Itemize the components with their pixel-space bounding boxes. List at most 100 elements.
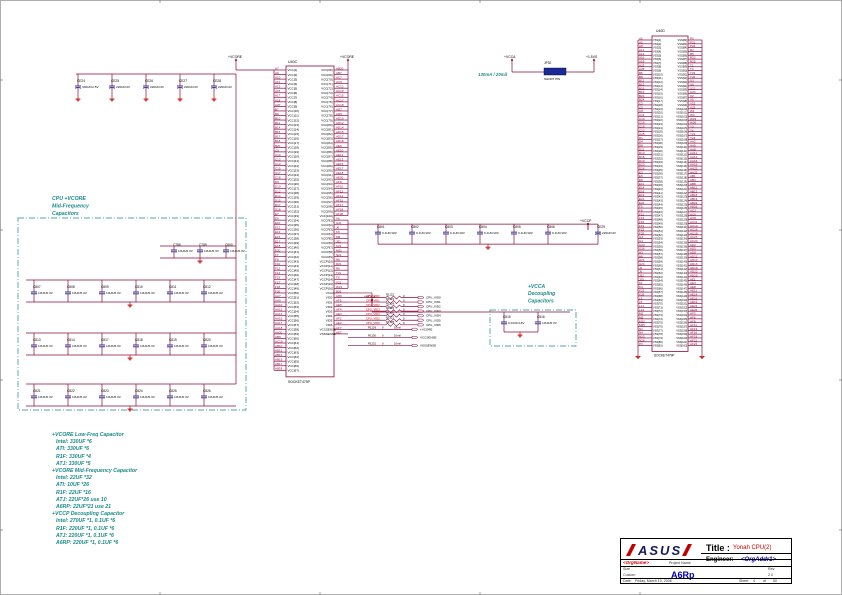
pin-name: VCC[93]	[321, 182, 333, 186]
pin-name: VCC[44]	[288, 264, 300, 268]
pin-name: VSS[81]	[653, 344, 663, 348]
capacitor-value: 10UF/6.3V	[140, 395, 156, 399]
pin-name: VSS[73]	[653, 313, 663, 317]
pin-name: VSS[12]	[653, 80, 663, 84]
resistor-ref: R1122	[386, 293, 394, 297]
pin-number: C12	[275, 157, 281, 161]
pin-number: B20	[275, 144, 281, 148]
sheet-label: Sheet	[739, 578, 749, 583]
pin-number: V21	[336, 280, 342, 284]
pin-name: VCC[51]	[288, 296, 300, 300]
pin-number: R21	[336, 262, 342, 266]
resistor-ref: R1129	[368, 325, 376, 329]
pin-name: VSS[122]	[676, 191, 687, 195]
pin-name: VSS[16]	[653, 95, 663, 99]
pin-name: VSS[145]	[676, 279, 687, 283]
capacitor-value: 330UF/2.5V	[82, 85, 99, 89]
capacitor-ref: C815	[503, 315, 511, 319]
capacitor-ref: C820	[203, 338, 211, 342]
pin-name: VSS[28]	[653, 141, 663, 145]
pin-name: VSS[155]	[676, 317, 687, 321]
pin-name: VSS[94]	[678, 84, 688, 88]
pin-number: E7	[275, 212, 279, 216]
pin-number: AE9	[336, 144, 342, 148]
note-heading: +VCORE Low-Freq Capacitor	[52, 432, 124, 438]
pin-number: AB7	[336, 71, 342, 75]
pin-name: VSS[128]	[676, 214, 687, 218]
pin-name: VSS[43]	[653, 198, 663, 202]
capacitor-value: 10UF/6.3V	[174, 291, 190, 295]
pin-name: VSS[118]	[676, 176, 687, 180]
pin-name: VCC[72]	[321, 86, 333, 90]
pin-name: VCC[60]	[288, 337, 300, 341]
pin-number: AE13	[336, 157, 344, 161]
pin-number: AD18	[336, 139, 344, 143]
pin-name: VCC[39]	[288, 241, 300, 245]
pin-name: VCC[1]	[288, 68, 298, 72]
pin-name: VSS[24]	[653, 126, 663, 130]
pin-name: VCC[66]	[288, 364, 300, 368]
capacitor-ref: C806	[547, 225, 555, 229]
pin-name: VSS[72]	[653, 309, 663, 313]
pin-number: C15	[275, 167, 281, 171]
pin-number: D18	[275, 207, 281, 211]
pin-name: VCCP[14]	[320, 278, 334, 282]
pin-name: VSS[15]	[653, 91, 663, 95]
pin-name: VSS[27]	[653, 137, 663, 141]
pin-name: VSS[53]	[653, 237, 663, 241]
pin-number: AD7	[336, 107, 342, 111]
pin-name: VSS[137]	[676, 248, 687, 252]
capacitor-ref: C816	[537, 315, 545, 319]
capacitor-ref: C810	[135, 285, 143, 289]
pin-name: VCC[12]	[288, 118, 300, 122]
pin-name: VCC[95]	[321, 191, 333, 195]
pin-name: VSS[57]	[653, 252, 663, 256]
vid-net-label: CPU_VID0	[426, 296, 441, 300]
pin-name: VSS[105]	[676, 126, 687, 130]
pin-name: VSS[79]	[653, 336, 663, 340]
pin-name: VCC[65]	[288, 359, 300, 363]
pin-name: VCC[3]	[288, 77, 298, 81]
note-line: Intel: 330UF *6	[56, 439, 92, 446]
pin-number: AF2	[336, 317, 342, 321]
of-label: of	[763, 578, 766, 583]
pin-name: VSS[3]	[653, 46, 661, 50]
pin-name: VSS[129]	[676, 218, 687, 222]
resistor-value: 0	[382, 325, 384, 329]
capacitor-ref: C819	[169, 338, 177, 342]
pin-name: VCCP[16]	[320, 287, 334, 291]
note-line: Intel: 22UF *32	[56, 475, 92, 482]
mid-freq-cap-group	[17, 217, 247, 411]
pin-name: VSS[156]	[676, 321, 687, 325]
pin-name: VSS[86]	[678, 53, 688, 57]
capacitor-ref: CE28	[213, 79, 221, 83]
pin-number: AE12	[336, 153, 344, 157]
capacitor-ref: CE27	[179, 79, 187, 83]
size-value: Custom	[623, 573, 636, 577]
trace-note: 10mil	[394, 342, 401, 346]
pin-name: VSS[1]	[653, 38, 661, 42]
ground-symbol	[127, 304, 133, 308]
pin-name: VCC[87]	[321, 155, 333, 159]
capacitor-value: 220UF/4V	[184, 85, 199, 89]
pin-name: VSS[62]	[653, 271, 663, 275]
capacitor-ref: CE25	[111, 79, 119, 83]
pin-name: VCC[13]	[288, 123, 300, 127]
pin-number: AA13	[275, 312, 283, 316]
pin-name: VCCP[1]	[321, 218, 333, 222]
capacitor-value: 220UF/4V	[602, 231, 617, 235]
pin-name: VCC[98]	[321, 205, 333, 209]
capacitor-value: 0.1UF/10V	[450, 231, 466, 235]
capacitor-ref: C809	[101, 285, 109, 289]
pin-number: AB18	[275, 367, 283, 371]
pin-name: VSS[138]	[676, 252, 687, 256]
pin-name: VSS[97]	[678, 95, 688, 99]
pin-number: F17	[275, 280, 281, 284]
pin-name: VCCP[2]	[321, 223, 333, 227]
ground-symbol	[635, 356, 641, 360]
resistor-ref: R1124	[386, 302, 394, 306]
pin-name: VCC[85]	[321, 146, 333, 150]
pin-number: K6	[336, 230, 340, 234]
pin-name: VCCP[11]	[320, 264, 333, 268]
company-name: <OrgName>	[623, 560, 650, 565]
